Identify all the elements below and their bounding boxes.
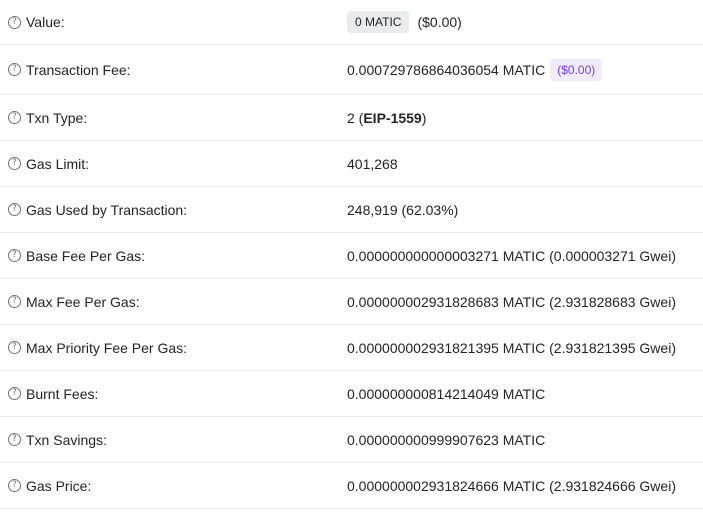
gas-limit-label: Gas Limit:: [26, 155, 90, 172]
base-fee-value: 0.000000000000003271 MATIC (0.000003271 …: [347, 247, 676, 264]
row-max-fee: ? Max Fee Per Gas: 0.000000002931828683 …: [0, 279, 703, 325]
gas-used-value: 248,919 (62.03%): [347, 201, 459, 218]
question-circle-icon[interactable]: ?: [8, 479, 21, 492]
transaction-fee-amount: 0.000729786864036054 MATIC: [347, 61, 546, 78]
question-circle-icon[interactable]: ?: [8, 111, 21, 124]
max-fee-label: Max Fee Per Gas:: [26, 293, 140, 310]
row-gas-limit: ? Gas Limit: 401,268: [0, 141, 703, 187]
row-base-fee: ? Base Fee Per Gas: 0.000000000000003271…: [0, 233, 703, 279]
txn-savings-value: 0.000000000999907623 MATIC: [347, 431, 546, 448]
value-label: Value:: [26, 14, 65, 30]
question-circle-icon[interactable]: ?: [8, 433, 21, 446]
question-circle-icon[interactable]: ?: [8, 249, 21, 262]
max-priority-fee-label: Max Priority Fee Per Gas:: [26, 339, 188, 356]
question-circle-icon[interactable]: ?: [8, 203, 21, 216]
row-transaction-fee: ? Transaction Fee: 0.000729786864036054 …: [0, 45, 703, 95]
txn-savings-label: Txn Savings:: [26, 431, 107, 448]
question-circle-icon[interactable]: ?: [8, 157, 21, 170]
row-burnt-fees: ? Burnt Fees: 0.000000000814214049 MATIC: [0, 371, 703, 417]
gas-limit-value: 401,268: [347, 155, 398, 172]
burnt-fees-value: 0.000000000814214049 MATIC: [347, 385, 546, 402]
base-fee-label: Base Fee Per Gas:: [26, 247, 146, 264]
gas-price-label: Gas Price:: [26, 477, 92, 494]
txn-type-suffix: ): [421, 109, 427, 126]
question-circle-icon[interactable]: ?: [8, 295, 21, 308]
value-amount-badge: 0 MATIC: [347, 11, 410, 33]
max-priority-fee-value: 0.000000002931821395 MATIC (2.931821395 …: [347, 339, 676, 356]
row-gas-used: ? Gas Used by Transaction: 248,919 (62.0…: [0, 187, 703, 233]
row-value: ? Value: 0 MATIC ($0.00): [0, 0, 703, 45]
transaction-details-table: ? Value: 0 MATIC ($0.00) ? Transaction F…: [0, 0, 703, 509]
txn-type-name: EIP-1559: [363, 109, 422, 126]
txn-type-prefix: 2 (: [347, 109, 364, 126]
value-usd: ($0.00): [417, 14, 462, 30]
question-circle-icon[interactable]: ?: [8, 15, 21, 29]
row-txn-type: ? Txn Type: 2 (EIP-1559): [0, 95, 703, 141]
question-circle-icon[interactable]: ?: [8, 341, 21, 354]
txn-type-label: Txn Type:: [26, 109, 88, 126]
row-gas-price: ? Gas Price: 0.000000002931824666 MATIC …: [0, 463, 703, 509]
row-txn-savings: ? Txn Savings: 0.000000000999907623 MATI…: [0, 417, 703, 463]
transaction-fee-usd-badge: ($0.00): [550, 58, 603, 81]
max-fee-value: 0.000000002931828683 MATIC (2.931828683 …: [347, 293, 676, 310]
question-circle-icon[interactable]: ?: [8, 387, 21, 400]
transaction-fee-label: Transaction Fee:: [26, 61, 131, 78]
gas-price-value: 0.000000002931824666 MATIC (2.931824666 …: [347, 477, 676, 494]
question-circle-icon[interactable]: ?: [8, 63, 21, 76]
gas-used-label: Gas Used by Transaction:: [26, 201, 188, 218]
row-max-priority-fee: ? Max Priority Fee Per Gas: 0.0000000029…: [0, 325, 703, 371]
burnt-fees-label: Burnt Fees:: [26, 385, 99, 402]
